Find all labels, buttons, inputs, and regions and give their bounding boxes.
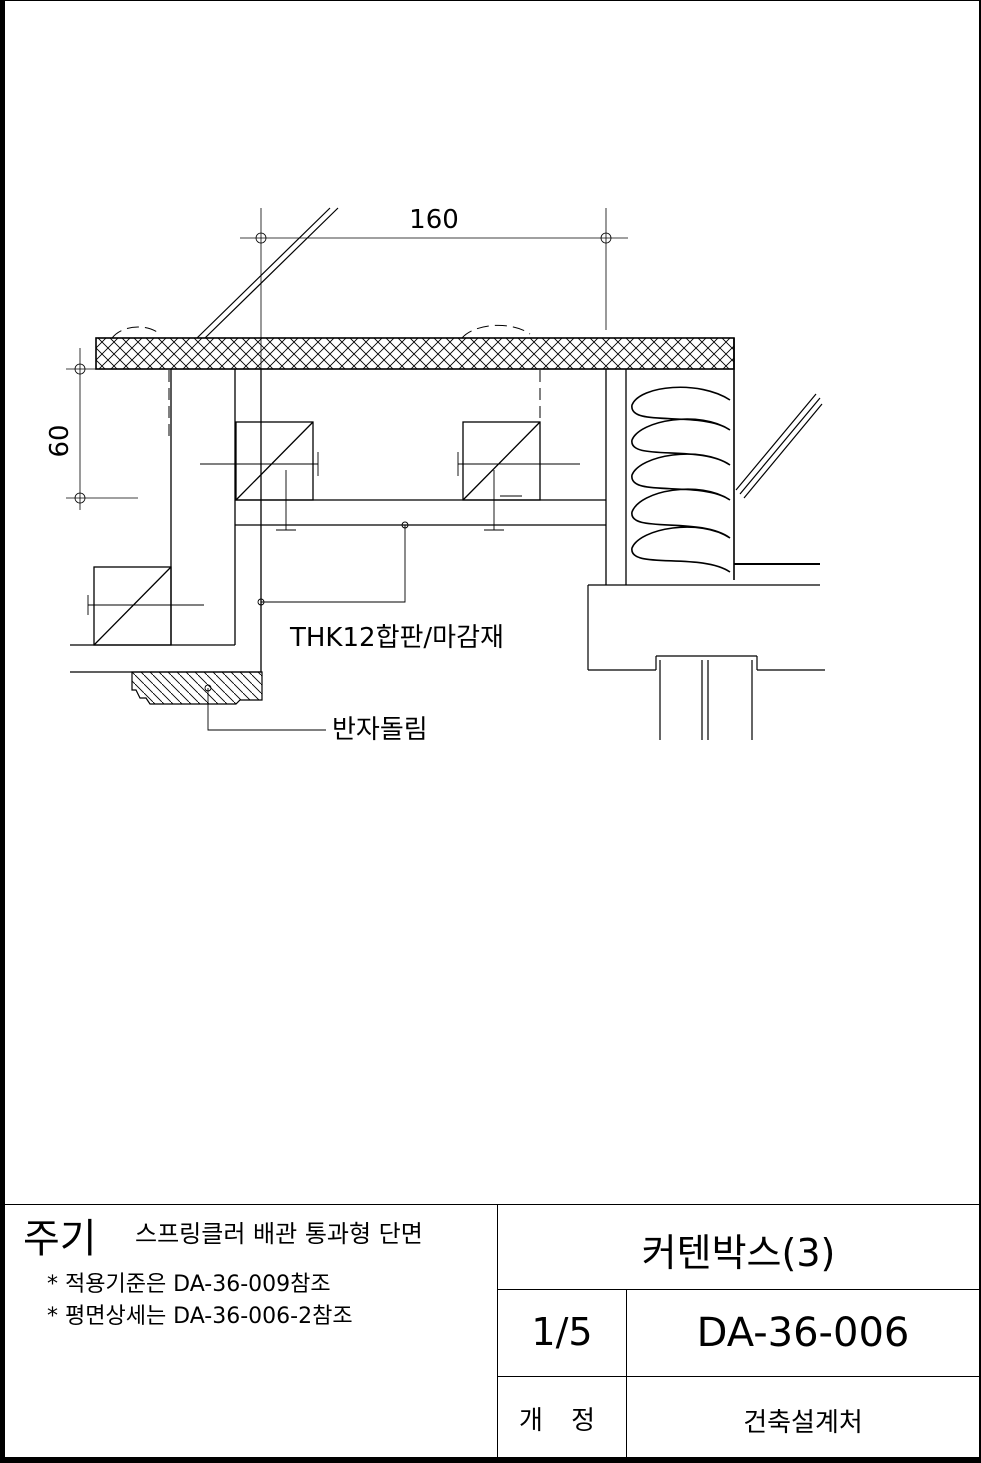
note-2: * 평면상세는 DA-36-006-2참조 [47, 1304, 353, 1329]
department: 건축설계처 [743, 1408, 863, 1438]
label-crown-molding: 반자돌림 [332, 715, 428, 745]
note-1: * 적용기준은 DA-36-009참조 [47, 1272, 331, 1297]
crown-molding [131, 671, 263, 705]
curtain-box-section-drawing: 160 60 THK12합판/마감재 반자돌림 [45, 205, 825, 745]
drawing-number: DA-36-006 [696, 1310, 910, 1356]
insulation [631, 386, 731, 573]
window-frame [587, 563, 825, 740]
dimension-height-label: 60 [45, 424, 75, 457]
sheet-border-bottom [0, 1457, 981, 1463]
drawing-sheet: 160 60 THK12합판/마감재 반자돌림 주기 스프링클러 배관 통과형 … [0, 0, 981, 1463]
sheet-number: 1/5 [531, 1310, 593, 1354]
dimension-width-label: 160 [409, 205, 459, 235]
ceiling-finish-slab [95, 337, 735, 580]
title-block: 주기 스프링클러 배관 통과형 단면 * 적용기준은 DA-36-009참조 *… [5, 1204, 979, 1457]
drawing-name: 커텐박스(3) [641, 1231, 836, 1275]
timber-members [93, 421, 541, 646]
notes-heading: 주기 [23, 1216, 97, 1262]
label-plywood-finish: THK12합판/마감재 [289, 623, 504, 653]
fasteners [87, 452, 580, 615]
notes-title: 스프링클러 배관 통과형 단면 [135, 1220, 423, 1248]
dimension-height [66, 348, 170, 510]
revision-label: 개 정 [518, 1406, 606, 1436]
